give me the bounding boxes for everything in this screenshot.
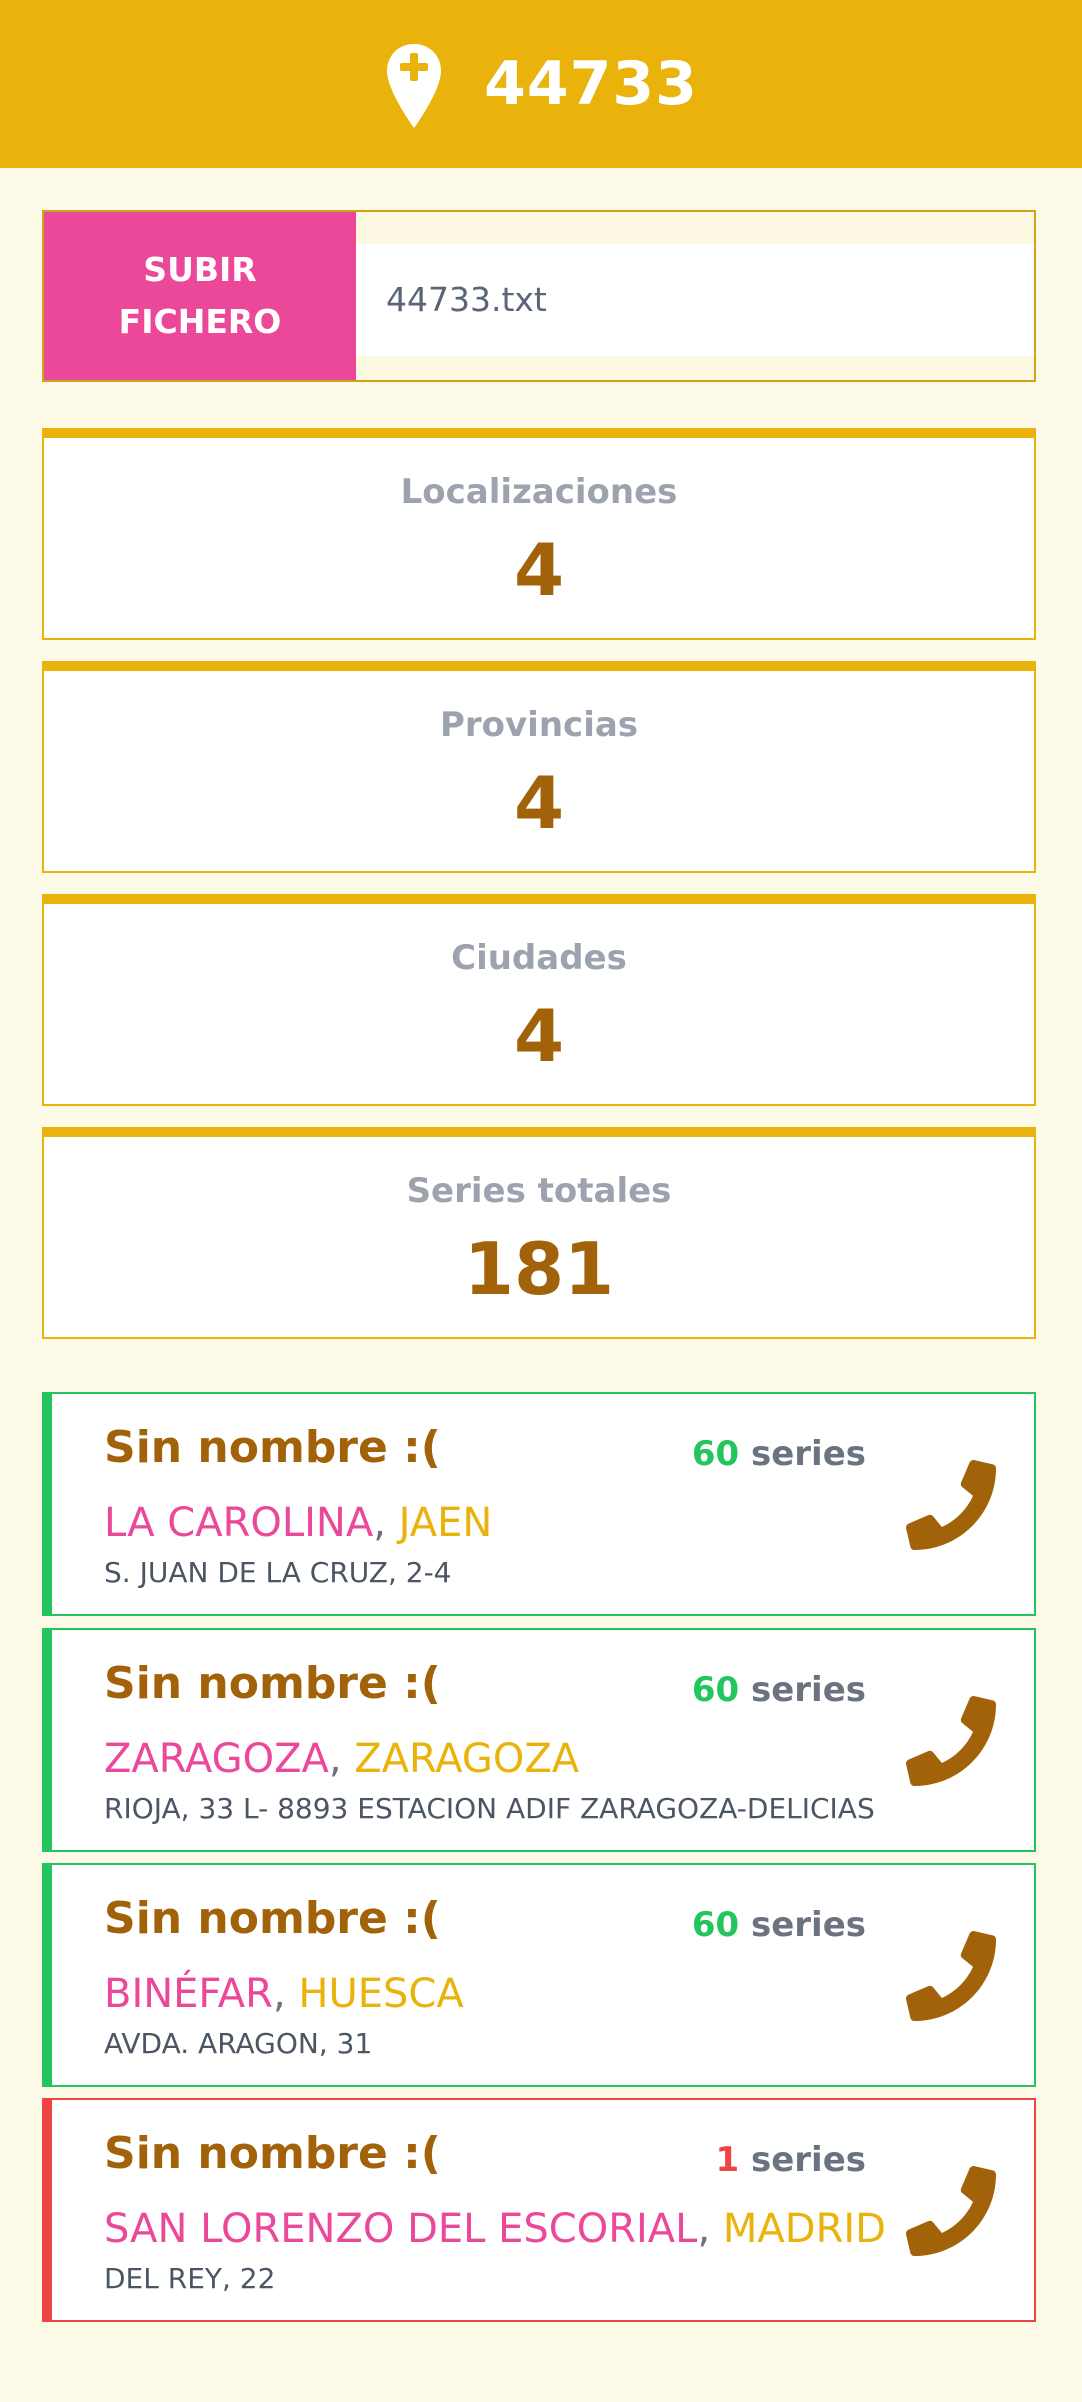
- place-separator: ,: [328, 1736, 342, 1782]
- location-province: ZARAGOZA: [354, 1736, 580, 1782]
- series-number: 60: [691, 1434, 740, 1474]
- location-city: LA CAROLINA: [104, 1500, 374, 1546]
- stat-label: Provincias: [439, 705, 639, 745]
- location-place: BINÉFAR, HUESCA: [104, 1971, 464, 2017]
- place-separator: ,: [697, 2206, 711, 2252]
- location-province: MADRID: [722, 2206, 886, 2252]
- location-name: Sin nombre :(: [104, 1658, 441, 1709]
- location-name: Sin nombre :(: [104, 1422, 441, 1473]
- place-separator: ,: [373, 1500, 386, 1546]
- stat-value: 4: [513, 994, 565, 1078]
- location-address: RIOJA, 33 L- 8893 ESTACION ADIF ZARAGOZA…: [104, 1792, 875, 1825]
- file-name-field[interactable]: 44733.txt: [356, 244, 1034, 356]
- stat-label: Ciudades: [451, 938, 627, 978]
- series-count: 60 series: [692, 1905, 866, 1945]
- upload-file-button[interactable]: SUBIR FICHERO: [44, 212, 356, 380]
- series-count: 60 series: [692, 1434, 866, 1474]
- series-count: 60 series: [692, 1670, 866, 1710]
- location-name: Sin nombre :(: [104, 1893, 441, 1944]
- series-label: series: [750, 2140, 866, 2180]
- series-label: series: [750, 1670, 866, 1710]
- location-city: BINÉFAR: [104, 1971, 273, 2017]
- location-province: JAEN: [398, 1500, 493, 1546]
- stat-label: Series totales: [406, 1171, 672, 1211]
- file-upload: SUBIR FICHERO 44733.txt: [42, 210, 1036, 382]
- phone-icon[interactable]: [906, 2166, 996, 2256]
- series-label: series: [750, 1905, 866, 1945]
- phone-icon[interactable]: [906, 1460, 996, 1550]
- series-number: 60: [691, 1905, 740, 1945]
- location-place: ZARAGOZA, ZARAGOZA: [104, 1736, 579, 1782]
- location-address: AVDA. ARAGON, 31: [104, 2027, 373, 2060]
- location-address: S. JUAN DE LA CRUZ, 2-4: [104, 1556, 452, 1589]
- location-card[interactable]: Sin nombre :( 1 series SAN LORENZO DEL E…: [42, 2098, 1036, 2322]
- upload-button-label: SUBIR FICHERO: [118, 250, 282, 341]
- location-card[interactable]: Sin nombre :( 60 series LA CAROLINA, JAE…: [42, 1392, 1036, 1616]
- stat-card-localizaciones: Localizaciones 4: [42, 428, 1036, 640]
- place-separator: ,: [272, 1971, 286, 2017]
- stat-card-ciudades: Ciudades 4: [42, 894, 1036, 1106]
- series-count: 1 series: [715, 2140, 866, 2180]
- app-header: 44733: [0, 0, 1082, 168]
- stat-card-series-totales: Series totales 181: [42, 1127, 1036, 1339]
- location-place: SAN LORENZO DEL ESCORIAL, MADRID: [104, 2206, 886, 2252]
- page-title: 44733: [484, 49, 698, 119]
- series-number: 1: [715, 2140, 740, 2180]
- series-label: series: [750, 1434, 866, 1474]
- location-card[interactable]: Sin nombre :( 60 series ZARAGOZA, ZARAGO…: [42, 1628, 1036, 1852]
- stat-value: 4: [513, 761, 565, 845]
- location-province: HUESCA: [298, 1971, 464, 2017]
- map-pin-plus-icon: [387, 44, 442, 128]
- stat-card-provincias: Provincias 4: [42, 661, 1036, 873]
- location-card[interactable]: Sin nombre :( 60 series BINÉFAR, HUESCA …: [42, 1863, 1036, 2087]
- location-city: ZARAGOZA: [104, 1736, 329, 1782]
- phone-icon[interactable]: [906, 1696, 996, 1786]
- location-name: Sin nombre :(: [104, 2128, 441, 2179]
- location-address: DEL REY, 22: [104, 2262, 276, 2295]
- location-city: SAN LORENZO DEL ESCORIAL: [104, 2206, 698, 2252]
- stat-value: 181: [463, 1227, 615, 1311]
- phone-icon[interactable]: [906, 1931, 996, 2021]
- series-number: 60: [691, 1670, 740, 1710]
- location-place: LA CAROLINA, JAEN: [104, 1500, 492, 1546]
- stat-value: 4: [513, 528, 565, 612]
- stat-label: Localizaciones: [400, 472, 678, 512]
